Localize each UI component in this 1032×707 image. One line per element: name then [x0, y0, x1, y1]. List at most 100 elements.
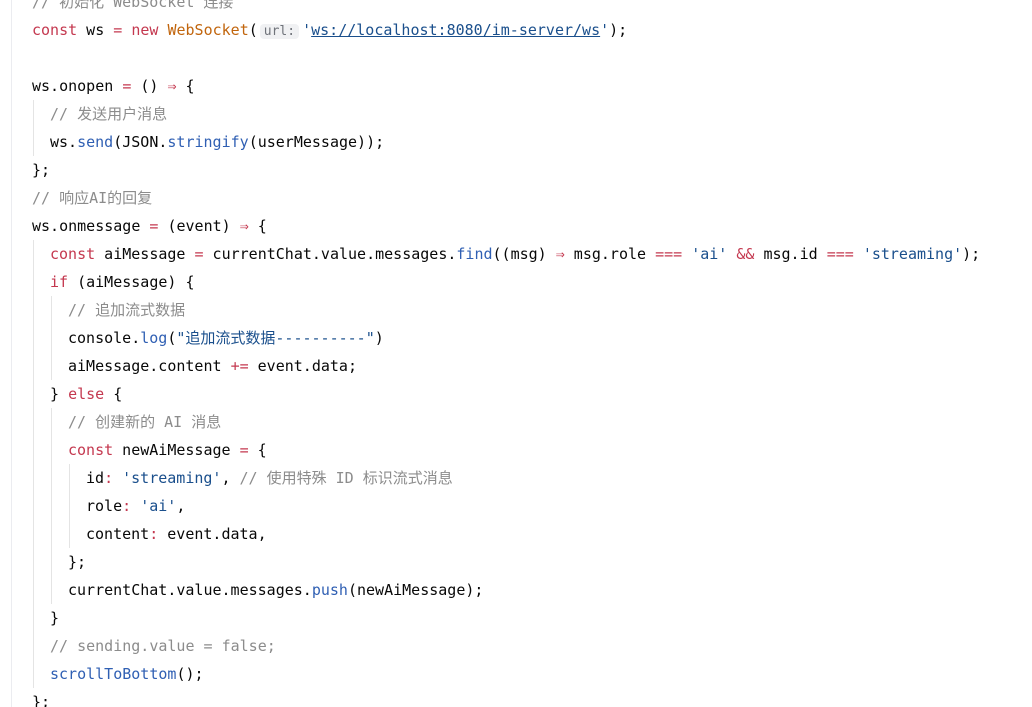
code-line[interactable] — [32, 44, 980, 72]
line-content: // 响应AI的回复 — [32, 189, 152, 207]
indent-guide — [69, 464, 70, 492]
line-content: ws.send(JSON.stringify(userMessage)); — [32, 133, 384, 151]
indent-guide — [33, 296, 34, 324]
line-content: } else { — [32, 385, 122, 403]
line-content: ws.onmessage = (event) ⇒ { — [32, 217, 267, 235]
code-line[interactable]: id: 'streaming', // 使用特殊 ID 标识流式消息 — [32, 464, 980, 492]
code-token: { — [248, 217, 267, 235]
code-line[interactable]: aiMessage.content += event.data; — [32, 352, 980, 380]
indent-guide — [51, 492, 52, 520]
parameter-hint: url: — [259, 24, 300, 39]
code-line[interactable]: } else { — [32, 380, 980, 408]
line-content: }; — [32, 161, 50, 179]
indent-guide — [33, 576, 34, 604]
code-token: { — [104, 385, 123, 403]
line-content: const newAiMessage = { — [32, 441, 267, 459]
code-token: }; — [32, 693, 51, 707]
code-token: currentChat.value.messages. — [68, 581, 312, 599]
keyword-token: if — [50, 273, 69, 291]
url-link[interactable]: ws://localhost:8080/im-server/ws — [311, 21, 600, 39]
line-content: ws.onopen = () ⇒ { — [32, 77, 195, 95]
code-line[interactable]: // 初始化 WebSocket 连接 — [32, 0, 980, 16]
operator-token: += — [230, 357, 249, 375]
indent-guide — [51, 324, 52, 352]
gutter-border — [11, 0, 12, 707]
indent-guide — [33, 548, 34, 576]
indent-guide — [51, 464, 52, 492]
code-token: msg.id — [754, 245, 827, 263]
operator-token: ⇒ — [167, 77, 177, 95]
code-token: , — [221, 469, 240, 487]
code-line[interactable]: ws.send(JSON.stringify(userMessage)); — [32, 128, 980, 156]
string-token: ' — [302, 21, 312, 39]
code-line[interactable]: currentChat.value.messages.push(newAiMes… — [32, 576, 980, 604]
string-token: 'ai' — [691, 245, 728, 263]
code-line[interactable]: }; — [32, 548, 980, 576]
code-area[interactable]: // 初始化 WebSocket 连接 const ws = new WebSoc… — [32, 0, 980, 707]
code-token: () — [131, 77, 168, 95]
code-token: } — [50, 385, 69, 403]
code-line[interactable]: scrollToBottom(); — [32, 660, 980, 688]
operator-token: = — [113, 21, 123, 39]
code-line[interactable]: // 发送用户消息 — [32, 100, 980, 128]
line-content: const aiMessage = currentChat.value.mess… — [32, 245, 980, 263]
function-token: scrollToBottom — [50, 665, 177, 683]
operator-token: = — [194, 245, 204, 263]
code-token: event.data, — [158, 525, 267, 543]
indent-guide — [51, 352, 52, 380]
indent-guide — [33, 100, 34, 128]
code-line[interactable]: const newAiMessage = { — [32, 436, 980, 464]
code-line[interactable]: const aiMessage = currentChat.value.mess… — [32, 240, 980, 268]
code-token: ) — [374, 329, 384, 347]
operator-token: : — [122, 497, 132, 515]
code-token: event.data; — [248, 357, 357, 375]
comment-token: // 响应AI的回复 — [32, 189, 153, 207]
function-token: send — [77, 133, 114, 151]
code-line[interactable]: role: 'ai', — [32, 492, 980, 520]
code-token: ws.onopen — [32, 77, 123, 95]
string-token: 'streaming' — [122, 469, 222, 487]
code-token: } — [50, 609, 60, 627]
code-line[interactable]: // 追加流式数据 — [32, 296, 980, 324]
code-token: role — [86, 497, 123, 515]
code-line[interactable]: console.log("追加流式数据----------") — [32, 324, 980, 352]
code-line[interactable]: }; — [32, 156, 980, 184]
keyword-token: const — [68, 441, 114, 459]
operator-token: && — [736, 245, 755, 263]
comment-token: // sending.value = false; — [50, 637, 276, 655]
code-line[interactable]: }; — [32, 688, 980, 707]
code-line[interactable]: } — [32, 604, 980, 632]
code-line[interactable]: const ws = new WebSocket(url:'ws://local… — [32, 16, 980, 44]
keyword-token: new — [131, 21, 159, 39]
code-token: (JSON. — [113, 133, 168, 151]
code-token: newAiMessage — [113, 441, 240, 459]
line-content: // 创建新的 AI 消息 — [32, 413, 221, 431]
code-line[interactable]: // 响应AI的回复 — [32, 184, 980, 212]
indent-guide — [33, 380, 34, 408]
line-content: // 初始化 WebSocket 连接 — [32, 0, 233, 11]
function-token: push — [311, 581, 348, 599]
code-token: }; — [68, 553, 87, 571]
line-content: console.log("追加流式数据----------") — [32, 329, 384, 347]
code-editor[interactable]: // 初始化 WebSocket 连接 const ws = new WebSoc… — [0, 0, 1032, 707]
indent-guide — [51, 520, 52, 548]
line-content: } — [32, 609, 59, 627]
indent-guide — [33, 604, 34, 632]
indent-guide — [51, 436, 52, 464]
code-token: aiMessage.content — [68, 357, 231, 375]
comment-token: // 创建新的 AI 消息 — [68, 413, 222, 431]
indent-guide — [33, 408, 34, 436]
code-line[interactable]: // sending.value = false; — [32, 632, 980, 660]
line-content: }; — [32, 553, 86, 571]
code-line[interactable]: // 创建新的 AI 消息 — [32, 408, 980, 436]
indent-guide — [33, 268, 34, 296]
code-line[interactable]: ws.onopen = () ⇒ { — [32, 72, 980, 100]
code-line[interactable]: if (aiMessage) { — [32, 268, 980, 296]
code-line[interactable]: content: event.data, — [32, 520, 980, 548]
code-line[interactable]: ws.onmessage = (event) ⇒ { — [32, 212, 980, 240]
